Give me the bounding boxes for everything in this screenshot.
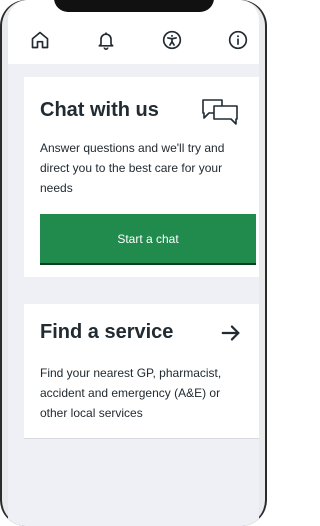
phone-frame: Chat with us Answer questions and we'll … <box>0 0 267 526</box>
home-icon[interactable] <box>30 30 50 50</box>
chat-card-description: Answer questions and we'll try and direc… <box>40 141 225 195</box>
app-screen: Chat with us Answer questions and we'll … <box>8 0 259 526</box>
find-card-description: Find your nearest GP, pharmacist, accide… <box>40 366 222 420</box>
bell-icon[interactable] <box>96 30 116 50</box>
find-card-title[interactable]: Find a service <box>40 321 173 344</box>
start-chat-button[interactable]: Start a chat <box>40 214 256 263</box>
find-a-service-card[interactable]: Find a service Find your nearest GP, pha… <box>24 304 259 438</box>
phone-notch <box>53 0 214 12</box>
accessibility-icon[interactable] <box>162 30 182 50</box>
info-icon[interactable] <box>228 30 248 50</box>
chat-bubbles-icon <box>200 97 240 127</box>
arrow-right-icon[interactable] <box>220 322 242 344</box>
chat-card-title: Chat with us <box>40 99 159 121</box>
chat-with-us-card: Chat with us Answer questions and we'll … <box>24 77 259 277</box>
